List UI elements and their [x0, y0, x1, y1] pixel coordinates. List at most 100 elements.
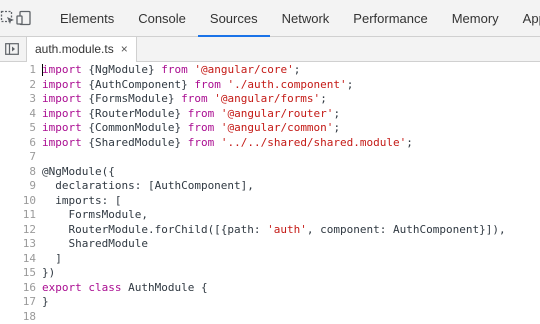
code-token: 'auth' — [267, 223, 307, 236]
line-number[interactable]: 10 — [0, 194, 36, 209]
code-token: '@angular/forms' — [214, 92, 320, 105]
code-text — [36, 310, 42, 324]
code-line[interactable]: 9 declarations: [AuthComponent], — [0, 179, 540, 194]
code-token: @NgModule({ — [42, 165, 115, 178]
code-line[interactable]: 16export class AuthModule { — [0, 281, 540, 296]
line-number[interactable]: 9 — [0, 179, 36, 194]
code-token: ; — [333, 107, 340, 120]
code-text: import {NgModule} from '@angular/core'; — [36, 63, 300, 78]
line-number[interactable]: 5 — [0, 121, 36, 136]
line-number[interactable]: 8 — [0, 165, 36, 180]
code-line[interactable]: 12 RouterModule.forChild([{path: 'auth',… — [0, 223, 540, 238]
line-number[interactable]: 14 — [0, 252, 36, 267]
line-number[interactable]: 2 — [0, 78, 36, 93]
code-text: @NgModule({ — [36, 165, 115, 180]
code-token: {NgModule} — [82, 63, 161, 76]
code-text: SharedModule — [36, 237, 148, 252]
line-number[interactable]: 4 — [0, 107, 36, 122]
code-token: import — [42, 78, 82, 91]
line-number[interactable]: 1 — [0, 63, 36, 78]
code-token: class — [88, 281, 121, 294]
code-text — [36, 150, 42, 165]
line-number[interactable]: 12 — [0, 223, 36, 238]
file-tab[interactable]: auth.module.ts × — [26, 37, 137, 61]
tab-sources[interactable]: Sources — [198, 0, 270, 36]
code-token: ] — [42, 252, 62, 265]
code-editor[interactable]: 1import {NgModule} from '@angular/core';… — [0, 63, 540, 321]
code-token — [214, 136, 221, 149]
editor-tab-bar: auth.module.ts × — [0, 37, 540, 62]
code-token: } — [42, 295, 49, 308]
tab-performance[interactable]: Performance — [341, 0, 439, 36]
line-number[interactable]: 3 — [0, 92, 36, 107]
code-text: ] — [36, 252, 62, 267]
tab-console[interactable]: Console — [126, 0, 198, 36]
code-line[interactable]: 17} — [0, 295, 540, 310]
code-text: FormsModule, — [36, 208, 148, 223]
code-text: declarations: [AuthComponent], — [36, 179, 254, 194]
code-token: import — [42, 63, 82, 76]
code-token: , component: AuthComponent}]), — [307, 223, 506, 236]
line-number[interactable]: 15 — [0, 266, 36, 281]
code-line[interactable]: 5import {CommonModule} from '@angular/co… — [0, 121, 540, 136]
code-token: {SharedModule} — [82, 136, 188, 149]
code-text: imports: [ — [36, 194, 121, 209]
code-line[interactable]: 7 — [0, 150, 540, 165]
code-token: {RouterModule} — [82, 107, 188, 120]
line-number[interactable]: 18 — [0, 310, 36, 324]
code-line[interactable]: 2import {AuthComponent} from './auth.com… — [0, 78, 540, 93]
code-token: '@angular/core' — [194, 63, 293, 76]
code-token: imports: [ — [42, 194, 121, 207]
code-token — [214, 121, 221, 134]
code-token: from — [188, 107, 215, 120]
code-token: import — [42, 121, 82, 134]
tab-application[interactable]: Applica — [511, 0, 540, 36]
code-token: SharedModule — [42, 237, 148, 250]
code-token: ; — [406, 136, 413, 149]
code-text: import {CommonModule} from '@angular/com… — [36, 121, 340, 136]
device-toolbar-icon[interactable] — [16, 0, 32, 36]
toggle-navigator-icon[interactable] — [0, 37, 24, 61]
line-number[interactable]: 11 — [0, 208, 36, 223]
code-token: AuthModule { — [122, 281, 208, 294]
line-number[interactable]: 6 — [0, 136, 36, 151]
code-line[interactable]: 6import {SharedModule} from '../../share… — [0, 136, 540, 151]
line-number[interactable]: 7 — [0, 150, 36, 165]
code-token: '../../shared/shared.module' — [221, 136, 406, 149]
code-text: RouterModule.forChild([{path: 'auth', co… — [36, 223, 506, 238]
code-token: from — [194, 78, 221, 91]
code-line[interactable]: 8 @NgModule({ — [0, 165, 540, 180]
inspect-element-icon[interactable] — [0, 0, 16, 36]
code-token: {FormsModule} — [82, 92, 181, 105]
code-text: } — [36, 295, 49, 310]
tab-memory[interactable]: Memory — [440, 0, 511, 36]
code-line[interactable]: 13 SharedModule — [0, 237, 540, 252]
close-icon[interactable]: × — [121, 43, 128, 55]
devtools-toolbar: Elements Console Sources Network Perform… — [0, 0, 540, 37]
code-token: '@angular/router' — [221, 107, 334, 120]
code-line[interactable]: 10 imports: [ — [0, 194, 540, 209]
code-line[interactable]: 3import {FormsModule} from '@angular/for… — [0, 92, 540, 107]
text-cursor — [42, 64, 43, 76]
code-token: ; — [333, 121, 340, 134]
code-token: RouterModule.forChild([{path: — [42, 223, 267, 236]
code-token: FormsModule, — [42, 208, 148, 221]
code-text: }) — [36, 266, 55, 281]
code-line[interactable]: 4import {RouterModule} from '@angular/ro… — [0, 107, 540, 122]
code-line[interactable]: 11 FormsModule, — [0, 208, 540, 223]
code-text: export class AuthModule { — [36, 281, 208, 296]
line-number[interactable]: 17 — [0, 295, 36, 310]
line-number[interactable]: 13 — [0, 237, 36, 252]
code-token: './auth.component' — [227, 78, 346, 91]
line-number[interactable]: 16 — [0, 281, 36, 296]
code-line[interactable]: 18 — [0, 310, 540, 324]
code-token: import — [42, 92, 82, 105]
code-line[interactable]: 1import {NgModule} from '@angular/core'; — [0, 63, 540, 78]
code-text: import {RouterModule} from '@angular/rou… — [36, 107, 340, 122]
tab-elements[interactable]: Elements — [48, 0, 126, 36]
code-line[interactable]: 14 ] — [0, 252, 540, 267]
code-token: declarations: [AuthComponent], — [42, 179, 254, 192]
tab-network[interactable]: Network — [270, 0, 342, 36]
code-line[interactable]: 15}) — [0, 266, 540, 281]
code-token: ; — [294, 63, 301, 76]
